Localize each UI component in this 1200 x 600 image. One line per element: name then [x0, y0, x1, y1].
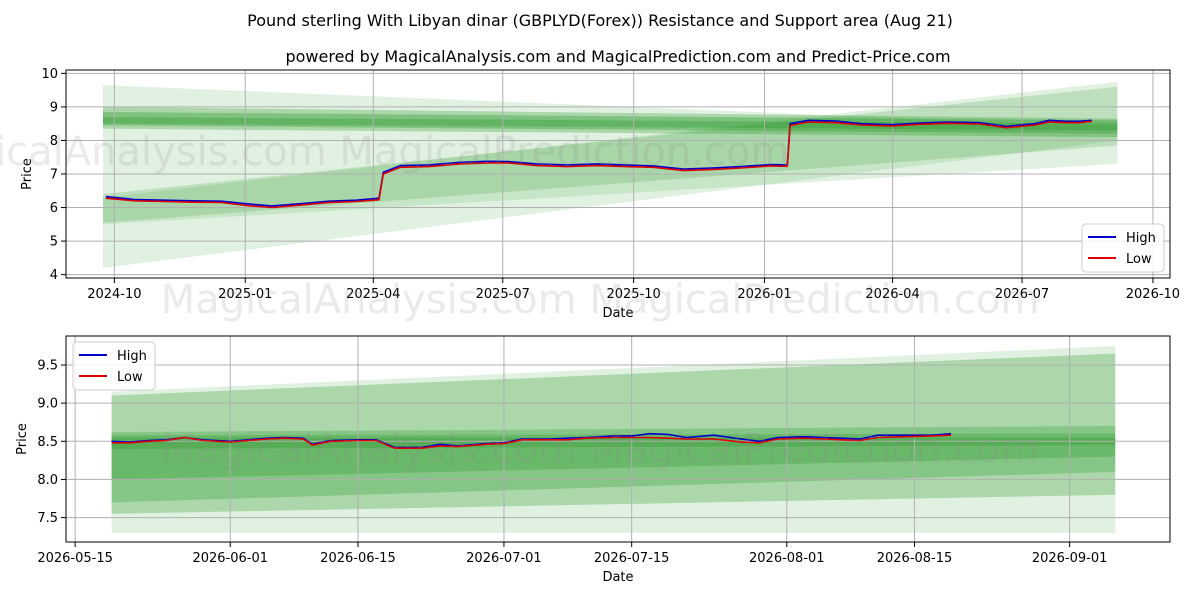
y-tick-label: 7.5: [37, 511, 58, 526]
legend-label-high: High: [1126, 231, 1156, 246]
legend-label-low: Low: [1126, 252, 1152, 267]
chart-subtitle: powered by MagicalAnalysis.com and Magic…: [285, 47, 950, 66]
legend-label-high: High: [117, 349, 147, 364]
watermark-bottom: MagicalAnalysis.com MagicalPrediction.co…: [161, 426, 1040, 472]
x-tick-label: 2026-10: [1126, 287, 1180, 302]
y-tick-label: 6: [50, 201, 58, 216]
y-tick-label: 10: [41, 67, 58, 82]
legend-label-low: Low: [117, 370, 143, 385]
y-tick-label: 9.0: [37, 397, 58, 412]
watermark-middle: MagicalAnalysis.com MagicalPrediction.co…: [161, 277, 1040, 323]
y-axis-label: Price: [15, 423, 30, 455]
y-tick-label: 4: [50, 268, 58, 283]
x-tick-label: 2026-09-01: [1032, 551, 1108, 566]
x-tick-label: 2026-08-01: [749, 551, 825, 566]
x-tick-label: 2026-06-01: [192, 551, 268, 566]
chart-figure: Pound sterling With Libyan dinar (GBPLYD…: [0, 0, 1200, 600]
x-tick-label: 2024-10: [87, 287, 141, 302]
x-axis-label: Date: [602, 570, 633, 585]
y-tick-label: 9.5: [37, 358, 58, 373]
x-tick-label: 2026-05-15: [37, 551, 113, 566]
watermark-top: MagicalAnalysis.com MagicalPrediction.co…: [0, 129, 789, 175]
x-tick-label: 2026-06-15: [320, 551, 396, 566]
y-tick-label: 9: [50, 100, 58, 115]
legend: High Low: [72, 341, 156, 391]
x-tick-label: 2026-08-15: [877, 551, 953, 566]
y-tick-label: 5: [50, 235, 58, 250]
y-tick-label: 8.5: [37, 435, 58, 450]
y-tick-label: 8.0: [37, 473, 58, 488]
x-tick-label: 2026-07-01: [466, 551, 542, 566]
legend: High Low: [1081, 223, 1165, 273]
chart-title: Pound sterling With Libyan dinar (GBPLYD…: [247, 11, 953, 30]
x-tick-label: 2026-07-15: [594, 551, 670, 566]
